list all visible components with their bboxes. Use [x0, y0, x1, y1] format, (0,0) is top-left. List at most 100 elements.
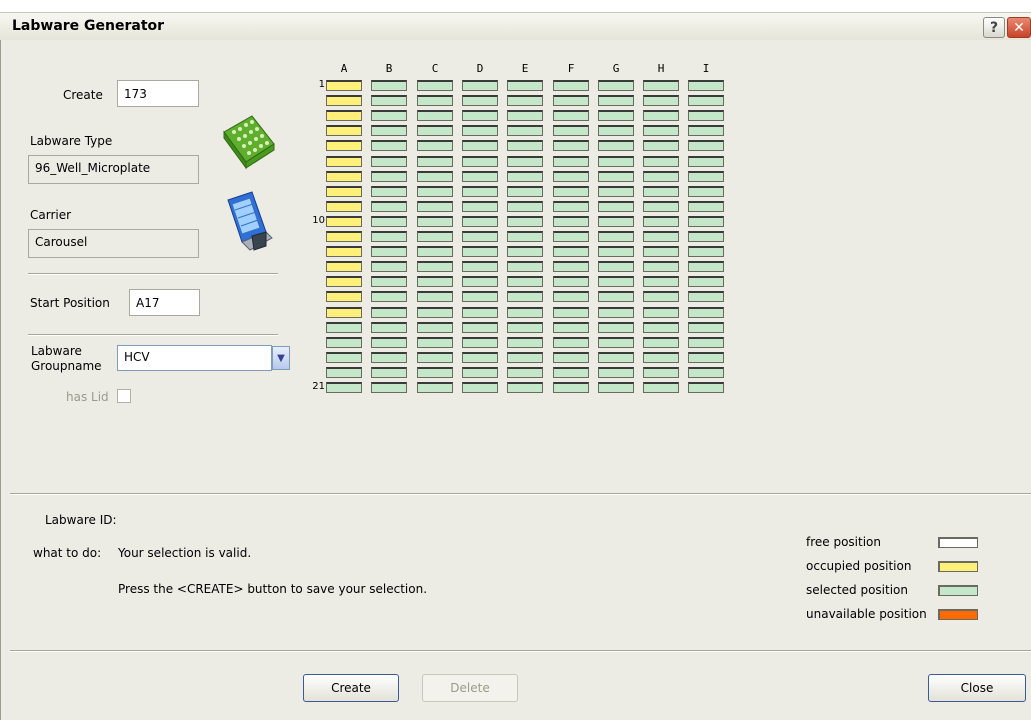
grid-cell[interactable]: [507, 95, 543, 106]
grid-cell[interactable]: [688, 201, 724, 212]
grid-cell[interactable]: [417, 80, 453, 91]
grid-cell[interactable]: [417, 140, 453, 151]
grid-cell[interactable]: [326, 110, 362, 121]
close-window-button[interactable]: ✕: [1007, 17, 1031, 38]
grid-cell[interactable]: [507, 261, 543, 272]
groupname-dropdown-button[interactable]: ▼: [272, 346, 290, 370]
grid-cell[interactable]: [462, 261, 498, 272]
grid-cell[interactable]: [688, 307, 724, 318]
grid-cell[interactable]: [598, 261, 634, 272]
grid-cell[interactable]: [371, 322, 407, 333]
grid-cell[interactable]: [643, 171, 679, 182]
grid-cell[interactable]: [688, 156, 724, 167]
grid-cell[interactable]: [598, 110, 634, 121]
grid-cell[interactable]: [507, 382, 543, 393]
grid-cell[interactable]: [462, 367, 498, 378]
grid-cell[interactable]: [643, 291, 679, 302]
grid-cell[interactable]: [371, 352, 407, 363]
grid-cell[interactable]: [643, 382, 679, 393]
grid-cell[interactable]: [417, 186, 453, 197]
grid-cell[interactable]: [417, 156, 453, 167]
grid-cell[interactable]: [553, 140, 589, 151]
grid-cell[interactable]: [462, 186, 498, 197]
grid-cell[interactable]: [326, 337, 362, 348]
grid-cell[interactable]: [688, 352, 724, 363]
grid-cell[interactable]: [371, 156, 407, 167]
grid-cell[interactable]: [507, 186, 543, 197]
grid-cell[interactable]: [553, 382, 589, 393]
grid-cell[interactable]: [553, 80, 589, 91]
grid-cell[interactable]: [643, 140, 679, 151]
grid-cell[interactable]: [688, 186, 724, 197]
grid-cell[interactable]: [326, 231, 362, 242]
grid-cell[interactable]: [643, 337, 679, 348]
grid-cell[interactable]: [643, 367, 679, 378]
grid-cell[interactable]: [326, 80, 362, 91]
grid-cell[interactable]: [598, 95, 634, 106]
grid-cell[interactable]: [553, 186, 589, 197]
grid-cell[interactable]: [462, 231, 498, 242]
grid-cell[interactable]: [462, 171, 498, 182]
grid-cell[interactable]: [417, 171, 453, 182]
grid-cell[interactable]: [598, 201, 634, 212]
grid-cell[interactable]: [371, 246, 407, 257]
grid-cell[interactable]: [462, 216, 498, 227]
grid-cell[interactable]: [507, 367, 543, 378]
grid-cell[interactable]: [326, 156, 362, 167]
grid-cell[interactable]: [688, 80, 724, 91]
grid-cell[interactable]: [643, 322, 679, 333]
has-lid-checkbox[interactable]: [117, 389, 131, 403]
grid-cell[interactable]: [598, 80, 634, 91]
grid-cell[interactable]: [371, 276, 407, 287]
grid-cell[interactable]: [417, 201, 453, 212]
grid-cell[interactable]: [462, 337, 498, 348]
grid-cell[interactable]: [326, 125, 362, 136]
grid-cell[interactable]: [598, 125, 634, 136]
grid-cell[interactable]: [371, 95, 407, 106]
grid-cell[interactable]: [417, 261, 453, 272]
grid-cell[interactable]: [643, 216, 679, 227]
grid-cell[interactable]: [688, 291, 724, 302]
grid-cell[interactable]: [598, 231, 634, 242]
grid-cell[interactable]: [417, 231, 453, 242]
grid-cell[interactable]: [688, 261, 724, 272]
grid-cell[interactable]: [507, 231, 543, 242]
grid-cell[interactable]: [371, 337, 407, 348]
grid-cell[interactable]: [553, 261, 589, 272]
grid-cell[interactable]: [643, 307, 679, 318]
grid-cell[interactable]: [462, 95, 498, 106]
grid-cell[interactable]: [643, 276, 679, 287]
grid-cell[interactable]: [688, 171, 724, 182]
grid-cell[interactable]: [417, 337, 453, 348]
grid-cell[interactable]: [598, 186, 634, 197]
grid-cell[interactable]: [643, 110, 679, 121]
grid-cell[interactable]: [507, 171, 543, 182]
grid-cell[interactable]: [598, 382, 634, 393]
grid-cell[interactable]: [553, 156, 589, 167]
grid-cell[interactable]: [553, 231, 589, 242]
grid-cell[interactable]: [553, 337, 589, 348]
grid-cell[interactable]: [507, 246, 543, 257]
grid-cell[interactable]: [417, 95, 453, 106]
grid-cell[interactable]: [598, 216, 634, 227]
grid-cell[interactable]: [371, 171, 407, 182]
create-count-input[interactable]: [117, 80, 199, 107]
grid-cell[interactable]: [553, 95, 589, 106]
grid-cell[interactable]: [371, 291, 407, 302]
grid-cell[interactable]: [643, 261, 679, 272]
grid-cell[interactable]: [553, 110, 589, 121]
grid-cell[interactable]: [371, 140, 407, 151]
grid-cell[interactable]: [371, 382, 407, 393]
grid-cell[interactable]: [371, 307, 407, 318]
grid-cell[interactable]: [326, 140, 362, 151]
grid-cell[interactable]: [462, 246, 498, 257]
grid-cell[interactable]: [598, 140, 634, 151]
grid-cell[interactable]: [417, 382, 453, 393]
grid-cell[interactable]: [553, 246, 589, 257]
grid-cell[interactable]: [598, 171, 634, 182]
grid-cell[interactable]: [462, 352, 498, 363]
grid-cell[interactable]: [462, 382, 498, 393]
grid-cell[interactable]: [326, 261, 362, 272]
grid-cell[interactable]: [371, 201, 407, 212]
grid-cell[interactable]: [553, 307, 589, 318]
